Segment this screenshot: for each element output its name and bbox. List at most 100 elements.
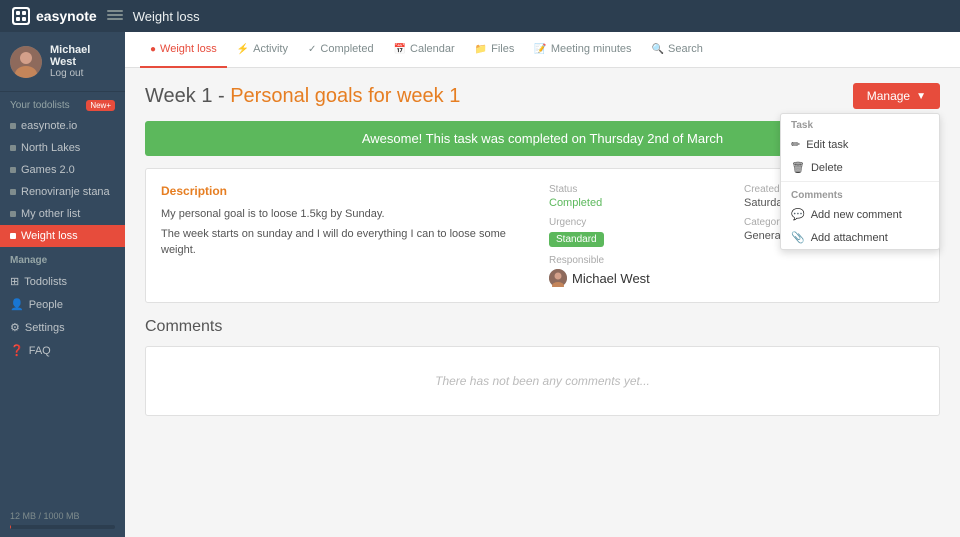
sidebar-manage-people[interactable]: 👤 People	[0, 293, 125, 316]
responsible-row: Michael West	[549, 269, 729, 287]
navbar-page-title: Weight loss	[133, 9, 200, 24]
responsible-name: Michael West	[572, 271, 650, 286]
subnav-weight-loss[interactable]: ● Weight loss	[140, 33, 227, 68]
meeting-icon: 📝	[534, 44, 546, 55]
sidebar-item-other[interactable]: My other list	[0, 203, 125, 225]
item-dot	[10, 123, 16, 129]
comments-section: Comments There has not been any comments…	[145, 318, 940, 416]
description-line2: The week starts on sunday and I will do …	[161, 226, 534, 259]
navbar: easynote Weight loss	[0, 0, 960, 32]
manage-section-title: Manage	[0, 247, 125, 270]
subnav-meeting-minutes[interactable]: 📝 Meeting minutes	[524, 33, 641, 68]
status-label: Status	[549, 184, 729, 195]
manage-item-label: FAQ	[29, 345, 51, 357]
brand[interactable]: easynote	[12, 7, 97, 25]
subnav-activity[interactable]: ⚡ Activity	[227, 33, 298, 68]
comments-box: There has not been any comments yet...	[145, 346, 940, 416]
dropdown-divider	[781, 181, 939, 182]
subnav-label: Activity	[253, 43, 288, 55]
description-section: Description My personal goal is to loose…	[161, 184, 534, 287]
status-section: Status Completed Urgency Standard Respon…	[549, 184, 729, 287]
todolists-section: Your todolists New+	[0, 92, 125, 115]
item-dot	[10, 211, 16, 217]
manage-dropdown: Task ✏ Edit task 🗑 Delete Comments 💬	[780, 113, 940, 250]
task-title-highlight: Personal goals for week 1	[230, 85, 460, 107]
sidebar-footer: 12 MB / 1000 MB	[0, 503, 125, 537]
item-dot	[10, 189, 16, 195]
sidebar: Michael West Log out Your todolists New+…	[0, 32, 125, 537]
manage-button[interactable]: Manage ▼	[853, 83, 940, 109]
task-title: Week 1 - Personal goals for week 1	[145, 85, 460, 108]
storage-progress-fill	[10, 525, 11, 529]
subnav-files[interactable]: 📁 Files	[465, 33, 525, 68]
sidebar-item-weight-loss[interactable]: Weight loss	[0, 225, 125, 247]
comment-icon: 💬	[791, 208, 805, 221]
delete-label: Delete	[811, 162, 843, 174]
manage-item-label: People	[29, 299, 63, 311]
calendar-icon: 📅	[394, 44, 406, 55]
dropdown-add-comment[interactable]: 💬 Add new comment	[781, 203, 939, 226]
sidebar-item-renoviranje[interactable]: Renoviranje stana	[0, 181, 125, 203]
sidebar-item-label: Weight loss	[21, 230, 78, 242]
chevron-down-icon: ▼	[916, 91, 926, 102]
task-header: Week 1 - Personal goals for week 1 Manag…	[145, 83, 940, 109]
subnav-label: Weight loss	[160, 43, 217, 55]
page-title-text: Weight loss	[133, 9, 200, 24]
edit-label: Edit task	[806, 139, 848, 151]
logout-link[interactable]: Log out	[50, 68, 115, 79]
content: Week 1 - Personal goals for week 1 Manag…	[125, 68, 960, 537]
subnav-search[interactable]: 🔍 Search	[642, 33, 713, 68]
manage-button-label: Manage	[867, 89, 910, 103]
item-dot	[10, 233, 16, 239]
subnav-label: Calendar	[410, 43, 455, 55]
storage-label: 12 MB / 1000 MB	[10, 511, 115, 521]
sidebar-item-north-lakes[interactable]: North Lakes	[0, 137, 125, 159]
navbar-divider	[107, 9, 123, 24]
manage-item-label: Todolists	[24, 276, 67, 288]
sidebar-user-info: Michael West Log out	[50, 44, 115, 79]
urgency-label: Urgency	[549, 217, 729, 228]
sidebar-manage-faq[interactable]: ❓ FAQ	[0, 339, 125, 362]
dropdown-edit-task[interactable]: ✏ Edit task	[781, 133, 939, 156]
responsible-label: Responsible	[549, 255, 729, 266]
sub-nav: ● Weight loss ⚡ Activity ✓ Completed 📅 C…	[125, 32, 960, 68]
sidebar-user: Michael West Log out	[0, 32, 125, 92]
check-icon: ✓	[308, 44, 316, 55]
dropdown-add-attachment[interactable]: 📎 Add attachment	[781, 226, 939, 249]
sidebar-item-label: My other list	[21, 208, 80, 220]
attachment-icon: 📎	[791, 231, 805, 244]
people-icon: 👤	[10, 298, 24, 311]
sidebar-item-label: easynote.io	[21, 120, 77, 132]
sidebar-manage-todolists[interactable]: ⊞ Todolists	[0, 270, 125, 293]
dropdown-task-section: Task	[781, 114, 939, 133]
app-body: Michael West Log out Your todolists New+…	[0, 32, 960, 537]
sidebar-item-label: North Lakes	[21, 142, 80, 154]
sidebar-manage-settings[interactable]: ⚙ Settings	[0, 316, 125, 339]
settings-icon: ⚙	[10, 321, 20, 334]
dropdown-delete[interactable]: 🗑 Delete	[781, 156, 939, 179]
sidebar-item-easynote[interactable]: easynote.io	[0, 115, 125, 137]
new-badge[interactable]: New+	[86, 100, 115, 111]
manage-btn-wrapper: Manage ▼ Task ✏ Edit task 🗑 Delete	[853, 83, 940, 109]
subnav-completed[interactable]: ✓ Completed	[298, 33, 384, 68]
trash-icon: 🗑	[791, 161, 805, 174]
urgency-badge: Standard	[549, 232, 604, 247]
brand-name: easynote	[36, 8, 97, 24]
add-comment-label: Add new comment	[811, 209, 902, 221]
subnav-label: Completed	[320, 43, 373, 55]
main: ● Weight loss ⚡ Activity ✓ Completed 📅 C…	[125, 32, 960, 537]
bullet-icon: ●	[150, 44, 156, 55]
comments-empty: There has not been any comments yet...	[435, 374, 650, 388]
week-label: Week 1 -	[145, 85, 230, 107]
item-dot	[10, 167, 16, 173]
subnav-label: Files	[491, 43, 514, 55]
subnav-calendar[interactable]: 📅 Calendar	[384, 33, 465, 68]
item-dot	[10, 145, 16, 151]
dropdown-comments-section: Comments	[781, 184, 939, 203]
add-attachment-label: Add attachment	[811, 232, 888, 244]
sidebar-item-label: Renoviranje stana	[21, 186, 110, 198]
files-icon: 📁	[475, 44, 487, 55]
subnav-label: Search	[668, 43, 703, 55]
activity-icon: ⚡	[237, 44, 249, 55]
sidebar-item-games[interactable]: Games 2.0	[0, 159, 125, 181]
